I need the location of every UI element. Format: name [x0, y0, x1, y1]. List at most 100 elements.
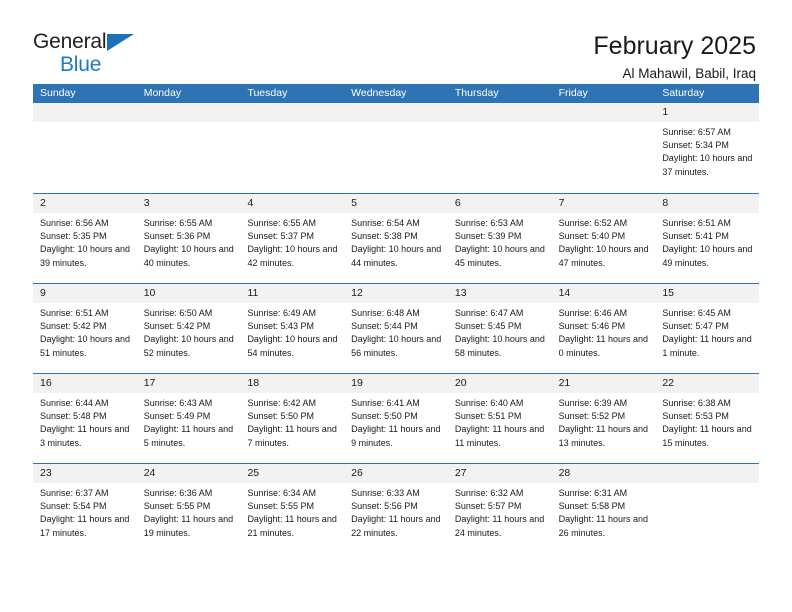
day-cell[interactable]: 3 Sunrise: 6:55 AM Sunset: 5:36 PM Dayli… [136, 194, 241, 283]
day-cell[interactable]: 23 Sunrise: 6:37 AM Sunset: 5:54 PM Dayl… [33, 464, 137, 553]
sunset-text: Sunset: 5:50 PM [247, 411, 314, 422]
day-cell[interactable]: 13 Sunrise: 6:47 AM Sunset: 5:45 PM Dayl… [447, 284, 552, 373]
daylight-text: Daylight: 11 hours and 7 minutes. [247, 424, 337, 448]
sunset-text: Sunset: 5:44 PM [351, 321, 418, 332]
day-cell[interactable] [33, 103, 137, 193]
day-details: Sunrise: 6:38 AM Sunset: 5:53 PM Dayligh… [655, 393, 759, 450]
sunrise-text: Sunrise: 6:52 AM [558, 218, 628, 228]
day-cell[interactable]: 18 Sunrise: 6:42 AM Sunset: 5:50 PM Dayl… [240, 374, 345, 463]
day-number: 12 [344, 284, 448, 303]
day-cell[interactable]: 8 Sunrise: 6:51 AM Sunset: 5:41 PM Dayli… [655, 194, 760, 283]
day-cell[interactable]: 7 Sunrise: 6:52 AM Sunset: 5:40 PM Dayli… [551, 194, 656, 283]
day-number: 14 [551, 284, 656, 303]
sunset-text: Sunset: 5:39 PM [454, 231, 522, 242]
day-details: Sunrise: 6:55 AM Sunset: 5:37 PM Dayligh… [240, 213, 344, 270]
daylight-text: Daylight: 10 hours and 37 minutes. [662, 153, 753, 177]
sunset-text: Sunset: 5:51 PM [454, 411, 522, 422]
sunrise-text: Sunrise: 6:50 AM [143, 308, 213, 318]
daylight-text: Daylight: 11 hours and 24 minutes. [454, 514, 545, 538]
day-number [551, 103, 656, 122]
day-number: 15 [655, 284, 760, 303]
day-number: 17 [136, 374, 241, 393]
sunset-text: Sunset: 5:49 PM [143, 411, 211, 422]
day-number: 28 [551, 464, 656, 483]
day-details: Sunrise: 6:39 AM Sunset: 5:52 PM Dayligh… [552, 393, 656, 450]
day-cell[interactable]: 20 Sunrise: 6:40 AM Sunset: 5:51 PM Dayl… [447, 374, 552, 463]
day-details: Sunrise: 6:42 AM Sunset: 5:50 PM Dayligh… [240, 393, 344, 450]
sunset-text: Sunset: 5:55 PM [143, 501, 211, 512]
daylight-text: Daylight: 10 hours and 54 minutes. [247, 334, 338, 358]
daylight-text: Daylight: 11 hours and 11 minutes. [454, 424, 545, 448]
day-number [33, 103, 137, 122]
sunset-text: Sunset: 5:52 PM [558, 411, 626, 422]
day-cell[interactable] [136, 103, 241, 193]
week-row: 16 Sunrise: 6:44 AM Sunset: 5:48 PM Dayl… [33, 373, 760, 463]
day-cell[interactable]: 2 Sunrise: 6:56 AM Sunset: 5:35 PM Dayli… [33, 194, 137, 283]
day-cell[interactable]: 16 Sunrise: 6:44 AM Sunset: 5:48 PM Dayl… [33, 374, 137, 463]
day-cell[interactable]: 12 Sunrise: 6:48 AM Sunset: 5:44 PM Dayl… [344, 284, 448, 373]
daylight-text: Daylight: 11 hours and 21 minutes. [247, 514, 337, 538]
day-number: 3 [136, 194, 241, 213]
week-row: 2 Sunrise: 6:56 AM Sunset: 5:35 PM Dayli… [33, 193, 760, 283]
daylight-text: Daylight: 10 hours and 58 minutes. [454, 334, 545, 358]
day-cell[interactable] [447, 103, 552, 193]
day-number: 24 [136, 464, 241, 483]
day-number: 2 [33, 194, 137, 213]
day-details: Sunrise: 6:34 AM Sunset: 5:55 PM Dayligh… [240, 483, 344, 540]
sunrise-text: Sunrise: 6:51 AM [662, 218, 731, 228]
sunrise-text: Sunrise: 6:43 AM [143, 398, 213, 408]
day-number: 7 [551, 194, 656, 213]
day-cell[interactable]: 10 Sunrise: 6:50 AM Sunset: 5:42 PM Dayl… [136, 284, 241, 373]
day-number: 25 [240, 464, 345, 483]
daylight-text: Daylight: 11 hours and 15 minutes. [662, 424, 752, 448]
weekday-header-friday: Friday [558, 87, 588, 99]
sunset-text: Sunset: 5:48 PM [40, 411, 107, 422]
day-cell[interactable]: 15 Sunrise: 6:45 AM Sunset: 5:47 PM Dayl… [655, 284, 760, 373]
day-cell[interactable] [344, 103, 448, 193]
day-cell[interactable]: 4 Sunrise: 6:55 AM Sunset: 5:37 PM Dayli… [240, 194, 345, 283]
sunset-text: Sunset: 5:42 PM [143, 321, 211, 332]
day-cell[interactable]: 6 Sunrise: 6:53 AM Sunset: 5:39 PM Dayli… [447, 194, 552, 283]
day-cell[interactable]: 1 Sunrise: 6:57 AM Sunset: 5:34 PM Dayli… [655, 103, 760, 193]
sunset-text: Sunset: 5:58 PM [558, 501, 626, 512]
sunset-text: Sunset: 5:34 PM [662, 140, 729, 151]
daylight-text: Daylight: 11 hours and 5 minutes. [143, 424, 234, 448]
day-details: Sunrise: 6:33 AM Sunset: 5:56 PM Dayligh… [344, 483, 448, 540]
day-details: Sunrise: 6:55 AM Sunset: 5:36 PM Dayligh… [137, 213, 241, 270]
daylight-text: Daylight: 10 hours and 47 minutes. [558, 244, 649, 268]
weekday-header-wednesday: Wednesday [351, 87, 407, 99]
day-cell[interactable]: 17 Sunrise: 6:43 AM Sunset: 5:49 PM Dayl… [136, 374, 241, 463]
day-cell[interactable]: 19 Sunrise: 6:41 AM Sunset: 5:50 PM Dayl… [344, 374, 448, 463]
day-cell[interactable]: 25 Sunrise: 6:34 AM Sunset: 5:55 PM Dayl… [240, 464, 345, 553]
sunrise-text: Sunrise: 6:46 AM [558, 308, 628, 318]
day-details: Sunrise: 6:44 AM Sunset: 5:48 PM Dayligh… [33, 393, 137, 450]
day-cell[interactable] [240, 103, 345, 193]
day-cell[interactable]: 26 Sunrise: 6:33 AM Sunset: 5:56 PM Dayl… [344, 464, 448, 553]
day-cell[interactable]: 28 Sunrise: 6:31 AM Sunset: 5:58 PM Dayl… [551, 464, 656, 553]
sunrise-text: Sunrise: 6:36 AM [143, 488, 213, 498]
daylight-text: Daylight: 10 hours and 51 minutes. [40, 334, 131, 358]
day-details: Sunrise: 6:54 AM Sunset: 5:38 PM Dayligh… [344, 213, 448, 270]
page-header: General Blue February 2025 Al Mahawil, B… [0, 0, 792, 81]
daylight-text: Daylight: 10 hours and 39 minutes. [40, 244, 131, 268]
day-cell[interactable]: 14 Sunrise: 6:46 AM Sunset: 5:46 PM Dayl… [551, 284, 656, 373]
weekday-header-tuesday: Tuesday [247, 87, 288, 99]
day-cell[interactable]: 5 Sunrise: 6:54 AM Sunset: 5:38 PM Dayli… [344, 194, 448, 283]
calendar-page: General Blue February 2025 Al Mahawil, B… [0, 0, 792, 612]
day-cell[interactable]: 22 Sunrise: 6:38 AM Sunset: 5:53 PM Dayl… [655, 374, 760, 463]
day-cell[interactable] [655, 464, 760, 553]
daylight-text: Daylight: 10 hours and 45 minutes. [454, 244, 545, 268]
sunset-text: Sunset: 5:53 PM [662, 411, 729, 422]
daylight-text: Daylight: 11 hours and 19 minutes. [143, 514, 234, 538]
sunset-text: Sunset: 5:45 PM [454, 321, 522, 332]
day-cell[interactable]: 11 Sunrise: 6:49 AM Sunset: 5:43 PM Dayl… [240, 284, 345, 373]
day-cell[interactable]: 27 Sunrise: 6:32 AM Sunset: 5:57 PM Dayl… [447, 464, 552, 553]
day-cell[interactable]: 24 Sunrise: 6:36 AM Sunset: 5:55 PM Dayl… [136, 464, 241, 553]
day-details: Sunrise: 6:56 AM Sunset: 5:35 PM Dayligh… [33, 213, 137, 270]
day-cell[interactable]: 9 Sunrise: 6:51 AM Sunset: 5:42 PM Dayli… [33, 284, 137, 373]
sunset-text: Sunset: 5:43 PM [247, 321, 314, 332]
day-cell[interactable] [551, 103, 656, 193]
sunrise-text: Sunrise: 6:55 AM [143, 218, 213, 228]
sunset-text: Sunset: 5:36 PM [143, 231, 211, 242]
day-cell[interactable]: 21 Sunrise: 6:39 AM Sunset: 5:52 PM Dayl… [551, 374, 656, 463]
